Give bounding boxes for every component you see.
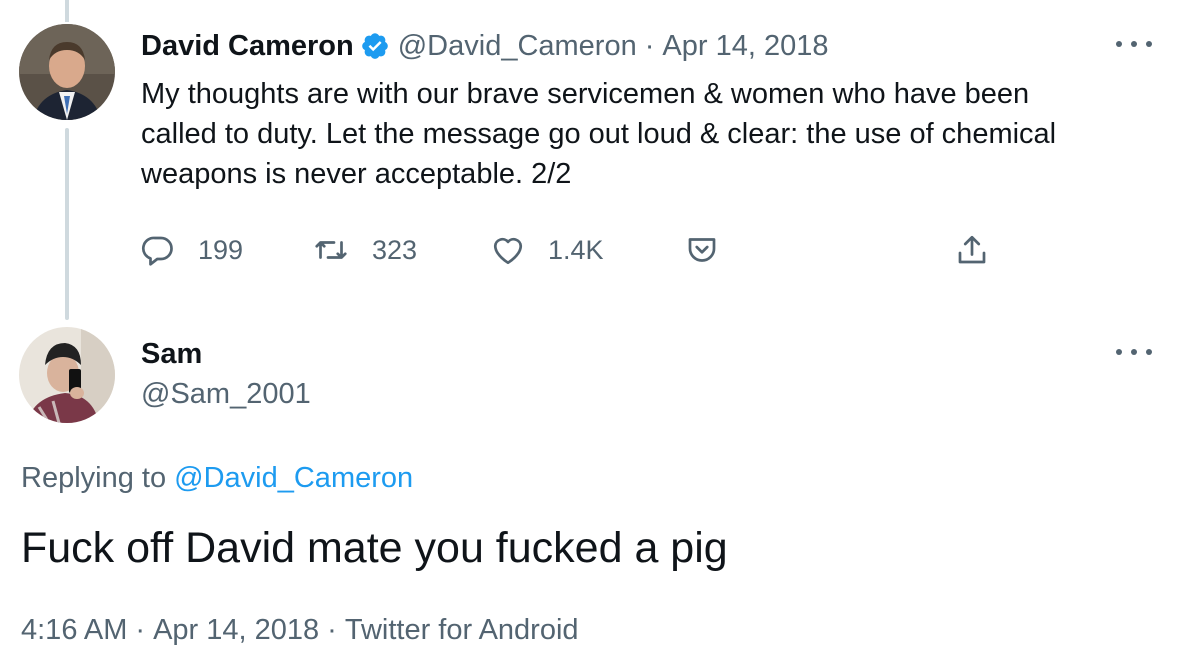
author-name[interactable]: David Cameron [141,30,354,63]
tweet-header: David Cameron @David_Cameron · Apr 14, 2… [141,26,828,66]
reply-text: Fuck off David mate you fucked a pig [21,524,728,572]
like-count: 1.4K [548,234,604,265]
reply-author-avatar[interactable] [19,327,115,423]
reply-author-handle[interactable]: @Sam_2001 [141,374,311,414]
bookmark-icon [688,238,716,262]
share-button[interactable] [954,228,1012,272]
author-avatar[interactable] [19,24,115,120]
reply-more-icon[interactable] [1116,346,1152,358]
reply-date[interactable]: Apr 14, 2018 [153,614,319,646]
retweet-icon [315,241,347,259]
header-separator: · [644,29,655,62]
heart-icon [493,237,523,265]
share-icon [958,235,986,264]
replying-to-mention[interactable]: @David_Cameron [174,462,413,494]
meta-separator: · [135,614,146,646]
reply-source[interactable]: Twitter for Android [345,614,579,646]
thread-line [65,128,69,320]
reply-author-name[interactable]: Sam [141,334,202,374]
author-handle[interactable]: @David_Cameron [398,30,637,63]
bookmark-button[interactable] [684,228,742,272]
tweet-actions: 199 323 1.4K [140,228,1000,272]
retweet-count: 323 [372,234,418,265]
verified-badge-icon [360,31,390,61]
reply-time[interactable]: 4:16 AM [21,614,127,646]
reply-meta: 4:16 AM · Apr 14, 2018 · Twitter for Android [21,610,579,650]
meta-separator: · [327,614,337,646]
retweet-button[interactable]: 323 [312,228,417,272]
more-icon[interactable] [1116,38,1152,50]
tweet-text: My thoughts are with our brave serviceme… [141,78,1057,190]
thread-line-top [65,0,69,22]
replying-to: Replying to @David_Cameron [21,458,413,498]
reply-count: 199 [198,234,244,265]
like-button[interactable]: 1.4K [490,228,604,272]
comment-icon [141,236,173,266]
tweet-date[interactable]: Apr 14, 2018 [662,30,828,63]
replying-to-label: Replying to [21,462,167,494]
reply-button[interactable]: 199 [140,228,243,272]
